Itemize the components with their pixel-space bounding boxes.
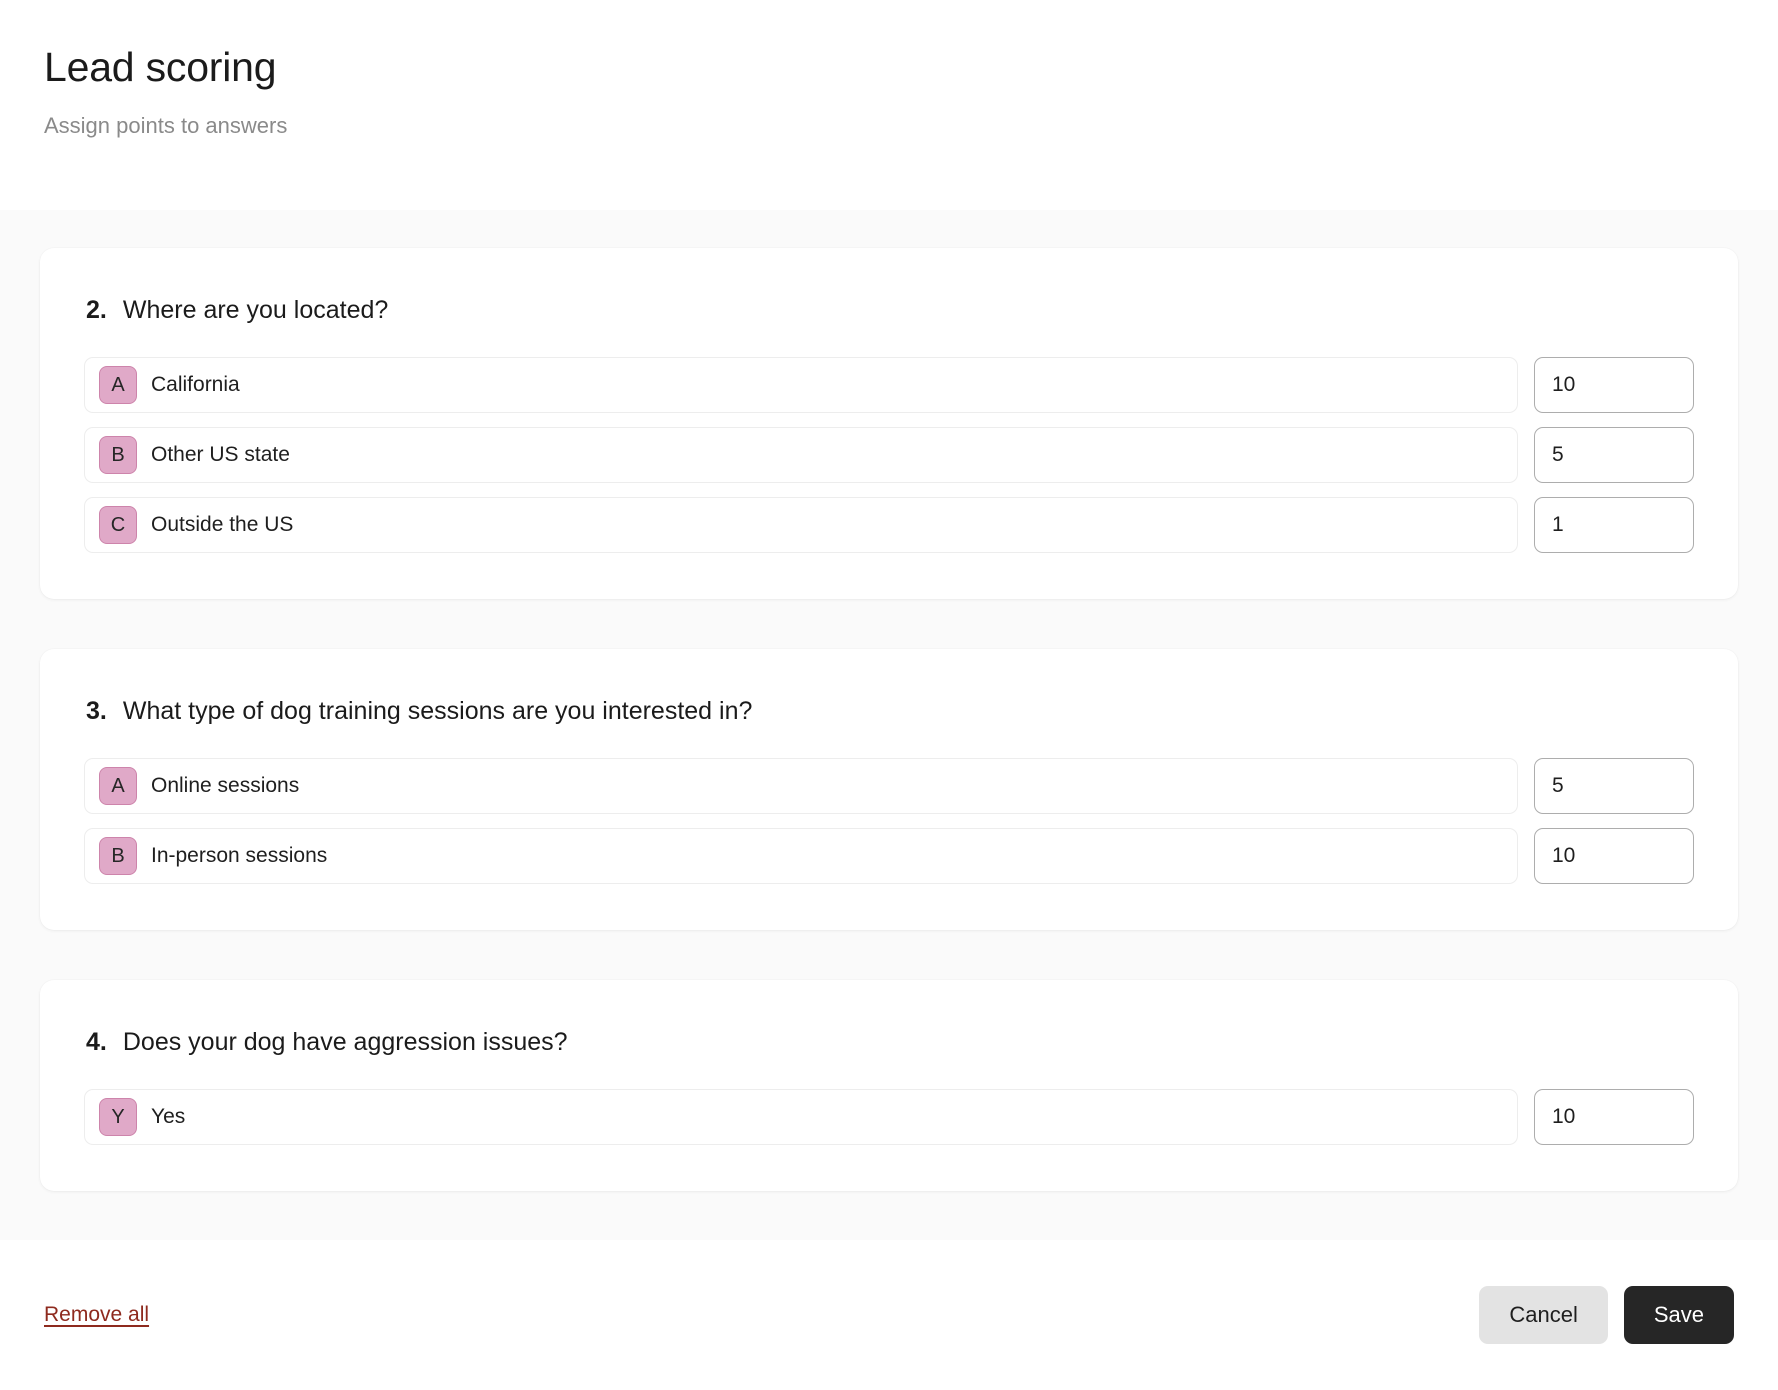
question-number: 4. — [86, 1028, 107, 1056]
question-card-list: 2. Where are you located? A California 10 B Ot… — [40, 248, 1738, 1191]
score-input[interactable]: 10 — [1534, 357, 1694, 413]
answer-row: B In-person sessions 10 — [84, 828, 1694, 884]
score-input[interactable]: 10 — [1534, 828, 1694, 884]
question-number: 3. — [86, 697, 107, 725]
answer-row: B Other US state 5 — [84, 427, 1694, 483]
page-subtitle: Assign points to answers — [44, 113, 288, 139]
answer-letter-badge: C — [99, 506, 137, 544]
question-header: 2. Where are you located? — [84, 296, 1694, 325]
remove-all-link[interactable]: Remove all — [44, 1303, 149, 1327]
score-input[interactable]: 10 — [1534, 1089, 1694, 1145]
answer-label: In-person sessions — [151, 844, 328, 867]
answer-letter-badge: A — [99, 767, 137, 805]
page-footer: Remove all Cancel Save — [0, 1240, 1778, 1390]
answer-label: Yes — [151, 1105, 186, 1128]
answer-row: A Online sessions 5 — [84, 758, 1694, 814]
answer-option[interactable]: A California — [84, 357, 1518, 413]
question-card: 4. Does your dog have aggression issues? Y… — [40, 980, 1738, 1191]
question-card: 3. What type of dog training sessions are… — [40, 649, 1738, 930]
answer-label: Outside the US — [151, 513, 294, 536]
footer-button-group: Cancel Save — [1479, 1286, 1734, 1344]
answer-list: A Online sessions 5 B In-person sessions 10 — [84, 758, 1694, 884]
score-input[interactable]: 5 — [1534, 758, 1694, 814]
question-number: 2. — [86, 296, 107, 324]
page-title: Lead scoring — [44, 44, 277, 90]
answer-letter-badge: Y — [99, 1098, 137, 1136]
page-header: Lead scoring Assign points to answers — [0, 0, 1778, 210]
answer-label: California — [151, 373, 240, 396]
answer-label: Online sessions — [151, 774, 300, 797]
lead-scoring-page: Lead scoring Assign points to answers 2.… — [0, 0, 1778, 1390]
answer-list: A California 10 B Other US state 5 C Outside th… — [84, 357, 1694, 553]
question-card: 2. Where are you located? A California 10 B Ot… — [40, 248, 1738, 599]
answer-letter-badge: B — [99, 837, 137, 875]
answer-row: Y Yes 10 — [84, 1089, 1694, 1145]
answer-option[interactable]: B Other US state — [84, 427, 1518, 483]
cancel-button[interactable]: Cancel — [1479, 1286, 1608, 1344]
question-header: 3. What type of dog training sessions are… — [84, 697, 1694, 726]
answer-option[interactable]: Y Yes — [84, 1089, 1518, 1145]
answer-row: A California 10 — [84, 357, 1694, 413]
question-text: What type of dog training sessions are y… — [122, 697, 753, 725]
answer-letter-badge: A — [99, 366, 137, 404]
answer-row: C Outside the US 1 — [84, 497, 1694, 553]
save-button[interactable]: Save — [1623, 1286, 1734, 1344]
answer-option[interactable]: C Outside the US — [84, 497, 1518, 553]
question-header: 4. Does your dog have aggression issues? — [84, 1028, 1694, 1057]
question-text: Does your dog have aggression issues? — [122, 1028, 568, 1056]
answer-letter-badge: B — [99, 436, 137, 474]
answer-option[interactable]: B In-person sessions — [84, 828, 1518, 884]
questions-scroll-area[interactable]: 2. Where are you located? A California 10 B Ot… — [0, 210, 1778, 1240]
answer-option[interactable]: A Online sessions — [84, 758, 1518, 814]
score-input[interactable]: 5 — [1534, 427, 1694, 483]
answer-list: Y Yes 10 — [84, 1089, 1694, 1145]
question-text: Where are you located? — [122, 296, 389, 324]
answer-label: Other US state — [151, 443, 290, 466]
score-input[interactable]: 1 — [1534, 497, 1694, 553]
